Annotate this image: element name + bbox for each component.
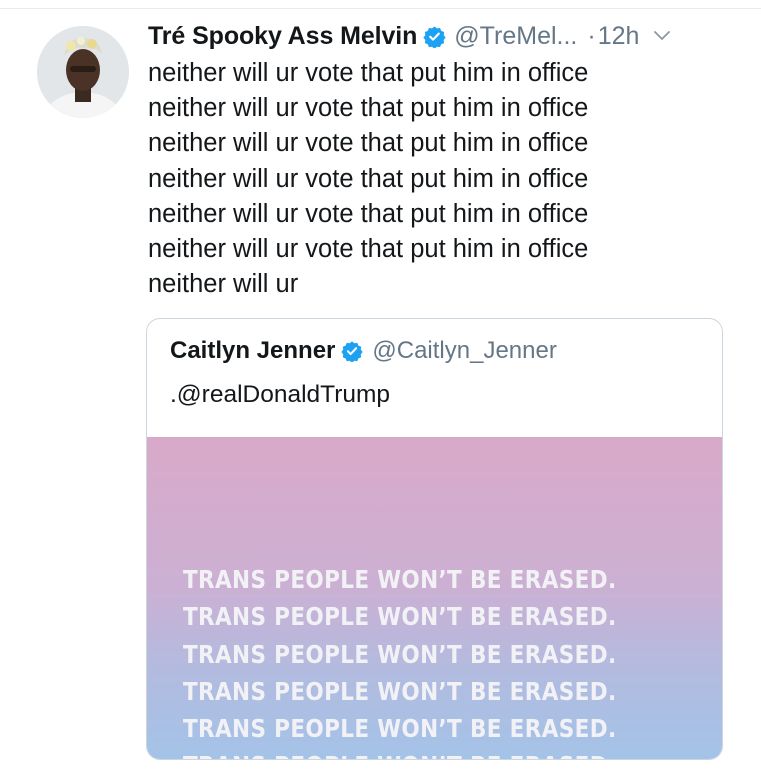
- quoted-author-name: Caitlyn Jenner: [170, 337, 336, 364]
- image-text-line: TRANS PEOPLE WON’T BE ERASED.: [183, 602, 617, 632]
- quoted-tweet-header: Caitlyn Jenner @Caitlyn_Jenner: [170, 335, 557, 367]
- chevron-down-icon[interactable]: [653, 27, 671, 45]
- image-text-line: TRANS PEOPLE WON’T BE ERASED.: [183, 565, 617, 594]
- tweet-text: neither will ur vote that put him in off…: [148, 59, 589, 299]
- time-separator: ·: [587, 21, 596, 50]
- image-text-line: TRANS PEOPLE WON’T BE ERASED.: [183, 714, 617, 744]
- quoted-tweet-text: .@realDonaldTrump: [170, 381, 391, 408]
- top-divider: [0, 8, 761, 9]
- image-text-line: TRANS PEOPLE WON’T BE ERASED.: [183, 676, 617, 706]
- image-text-line: TRANS PEOPLE WON’T BE ERASED.: [183, 747, 649, 759]
- avatar-image: [37, 26, 129, 118]
- image-text-line: TRANS PEOPLE WON’T BE ERASED.: [183, 639, 617, 669]
- verified-badge-icon: [341, 340, 364, 362]
- quoted-tweet-image[interactable]: TRANS PEOPLE WON’T BE ERASED. TRANS PEOP…: [147, 437, 722, 759]
- avatar[interactable]: [37, 26, 129, 118]
- quoted-author-handle: @Caitlyn_Jenner: [372, 337, 557, 364]
- author-name[interactable]: Tré Spooky Ass Melvin: [148, 22, 417, 51]
- timestamp[interactable]: 12h: [598, 22, 640, 51]
- tweet-header: Tré Spooky Ass Melvin @TreMel... · 12h: [148, 18, 748, 54]
- author-handle[interactable]: @TreMel...: [454, 22, 577, 51]
- image-text-lines: TRANS PEOPLE WON’T BE ERASED. TRANS PEOP…: [183, 561, 713, 759]
- tweet-screen: Tré Spooky Ass Melvin @TreMel... · 12h n…: [0, 0, 761, 773]
- quoted-tweet-card[interactable]: Caitlyn Jenner @Caitlyn_Jenner .@realDon…: [146, 318, 723, 760]
- verified-badge-icon: [423, 25, 446, 48]
